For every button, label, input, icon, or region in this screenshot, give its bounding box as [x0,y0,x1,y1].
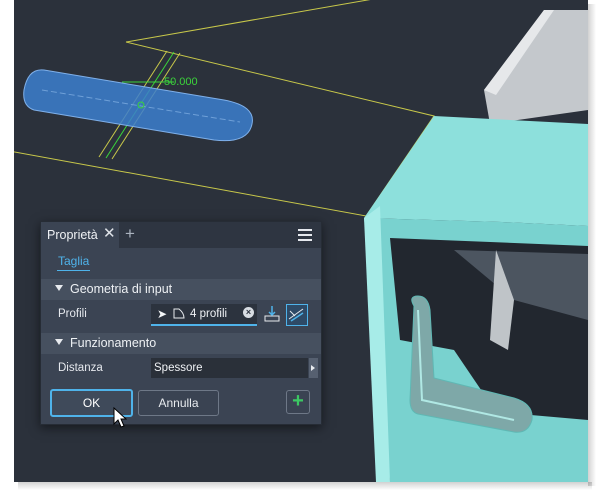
distance-label: Distanza [58,362,103,374]
profiles-selector[interactable]: ➤ 4 profili × [151,304,257,326]
apply-plus-button[interactable]: + [286,390,310,414]
section-behavior[interactable]: Funzionamento [41,333,321,354]
clear-selection-icon[interactable]: × [243,307,254,318]
close-icon[interactable]: ✕ [103,226,116,242]
section-title: Funzionamento [70,336,157,350]
cancel-button[interactable]: Annulla [138,390,219,416]
part-top-face [364,116,588,226]
normal-cut-icon[interactable] [286,304,308,326]
distance-value: Spessore [154,362,203,374]
tab-properties[interactable]: Proprietà ✕ [41,222,119,248]
dimension-value[interactable]: 50.000 [164,76,198,88]
flip-direction-icon[interactable] [262,304,282,324]
tab-properties-label: Proprietà [47,228,98,242]
mouse-cursor-icon [113,407,127,428]
properties-panel: Proprietà ✕ + Taglia Geometria di input … [40,221,322,425]
section-title: Geometria di input [70,282,173,296]
profiles-label: Profili [58,308,87,320]
profile-icon [173,308,185,319]
add-tab-icon[interactable]: + [125,224,135,244]
panel-tab-bar: Proprietà ✕ + [41,222,321,248]
sketch-plane-outline [125,0,371,43]
profiles-count: 4 profili [190,308,228,320]
dropdown-arrow-icon[interactable] [309,358,318,378]
section-input-geometry[interactable]: Geometria di input [41,279,321,300]
cancel-label: Annulla [158,396,199,410]
distance-dropdown[interactable]: Spessore [151,358,318,378]
tab-taglia[interactable]: Taglia [57,254,91,271]
plus-icon: + [292,390,304,412]
frame-shadow [18,482,592,490]
collapse-triangle-icon [55,285,63,291]
frame-shadow [588,4,596,486]
hamburger-menu-icon[interactable] [298,229,312,241]
select-arrow-icon: ➤ [157,307,168,321]
application-frame: 50.000 Proprietà ✕ + Taglia Geometria di… [0,0,600,494]
collapse-triangle-icon [55,339,63,345]
